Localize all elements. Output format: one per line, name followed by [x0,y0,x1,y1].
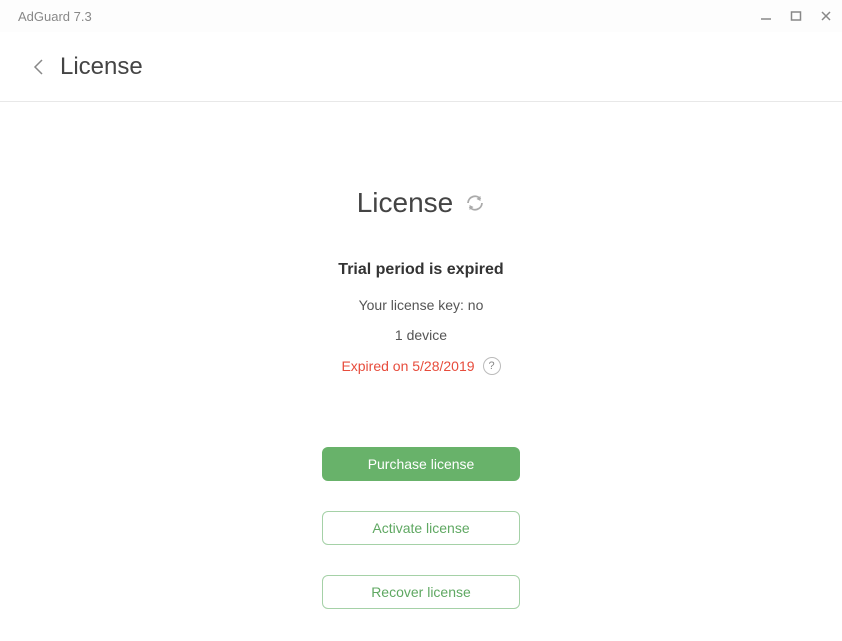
expired-row: Expired on 5/28/2019 ? [341,357,500,375]
close-icon[interactable] [820,10,832,22]
titlebar: AdGuard 7.3 [0,0,842,32]
trial-status: Trial period is expired [338,261,503,279]
device-count: 1 device [395,327,447,343]
main-content: License Trial period is expired Your lic… [0,102,842,609]
license-key-info: Your license key: no [359,297,484,313]
header: License [0,32,842,102]
page-title: License [60,53,143,81]
activate-license-button[interactable]: Activate license [322,511,520,545]
minimize-icon[interactable] [760,10,772,22]
refresh-icon[interactable] [465,193,485,213]
help-icon[interactable]: ? [483,357,501,375]
app-title: AdGuard 7.3 [18,9,92,24]
expired-date: Expired on 5/28/2019 [341,358,474,374]
back-arrow-icon[interactable] [32,58,46,76]
license-heading: License [357,187,486,219]
maximize-icon[interactable] [790,10,802,22]
window-controls [760,10,832,22]
button-group: Purchase license Activate license Recove… [322,447,520,609]
purchase-license-button[interactable]: Purchase license [322,447,520,481]
recover-license-button[interactable]: Recover license [322,575,520,609]
license-heading-text: License [357,187,454,219]
